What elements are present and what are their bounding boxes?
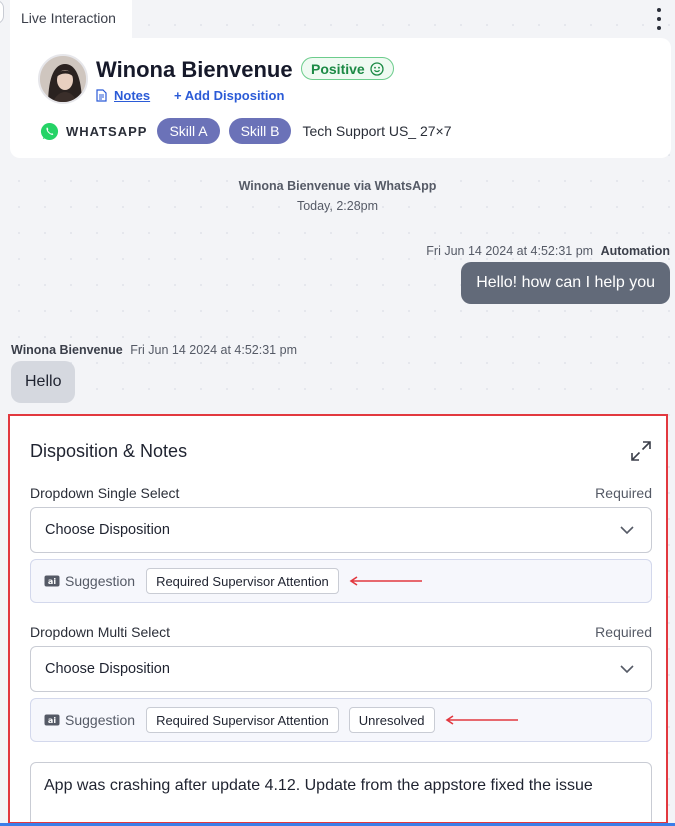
notes-link[interactable]: Notes	[96, 88, 150, 103]
smile-icon	[370, 61, 384, 76]
single-select-label: Dropdown Single Select	[30, 485, 180, 501]
ai-icon: ai	[44, 714, 60, 726]
channel-name: WHATSAPP	[66, 123, 148, 139]
document-icon	[96, 89, 107, 102]
multi-select-required: Required	[595, 624, 652, 640]
notes-textarea[interactable]: App was crashing after update 4.12. Upda…	[30, 762, 652, 822]
suggestion-label-text: Suggestion	[65, 573, 136, 589]
more-options-icon[interactable]	[653, 8, 665, 30]
live-interaction-tab[interactable]: Live Interaction	[10, 0, 132, 38]
tab-title: Live Interaction	[21, 10, 116, 26]
avatar	[38, 54, 88, 104]
notes-link-label: Notes	[114, 88, 151, 103]
system-message-time: Today, 2:28pm	[296, 199, 379, 213]
queue-name: Tech Support US_ 27×7	[302, 123, 452, 139]
add-disposition-label: + Add Disposition	[174, 88, 285, 103]
svg-text:ai: ai	[48, 577, 56, 586]
system-message-source: Winona Bienvenue via WhatsApp	[238, 179, 437, 193]
suggestion-label-text: Suggestion	[65, 712, 136, 728]
outgoing-message-text: Hello! how can I help you	[476, 274, 655, 291]
ai-icon: ai	[44, 575, 60, 587]
arrow-left-icon	[445, 715, 518, 725]
incoming-message-text: Hello	[25, 373, 62, 390]
notes-text: App was crashing after update 4.12. Upda…	[44, 777, 593, 794]
skill-badge: Skill B	[228, 118, 292, 144]
panel-edge-handle[interactable]	[0, 0, 4, 24]
outgoing-message-meta: Fri Jun 14 2024 at 4:52:31 pm Automation	[426, 244, 670, 258]
expand-icon[interactable]	[630, 440, 652, 462]
disposition-title: Disposition & Notes	[30, 441, 188, 461]
chevron-down-icon	[620, 526, 634, 535]
chevron-down-icon	[620, 665, 634, 674]
suggestion-chip[interactable]: Required Supervisor Attention	[146, 707, 339, 733]
add-disposition-link[interactable]: + Add Disposition	[174, 88, 284, 103]
suggestion-label: ai Suggestion	[44, 573, 135, 589]
incoming-message-bubble: Hello	[11, 361, 76, 403]
live-interaction-page: Live Interaction Winona Bienvenue Positi…	[0, 0, 675, 826]
single-select-placeholder: Choose Disposition	[45, 522, 170, 538]
disposition-panel: Disposition & Notes Dropdown Single Sele…	[8, 414, 668, 824]
multi-select-placeholder: Choose Disposition	[45, 661, 170, 677]
sentiment-badge: Positive	[301, 57, 394, 80]
svg-text:ai: ai	[48, 716, 56, 725]
suggestion-chip[interactable]: Unresolved	[348, 707, 435, 733]
outgoing-sender: Automation	[600, 244, 670, 258]
system-message: Winona Bienvenue via WhatsApp Today, 2:2…	[0, 179, 675, 213]
incoming-message-meta: Winona Bienvenue Fri Jun 14 2024 at 4:52…	[11, 343, 297, 357]
outgoing-timestamp: Fri Jun 14 2024 at 4:52:31 pm	[426, 244, 594, 258]
incoming-sender: Winona Bienvenue	[11, 343, 123, 357]
contact-card: Winona Bienvenue Positive Notes + Add Di…	[10, 38, 671, 158]
skill-badge: Skill A	[157, 118, 220, 144]
single-select-dropdown[interactable]: Choose Disposition	[30, 507, 652, 553]
multi-select-suggestions: ai Suggestion Required Supervisor Attent…	[30, 698, 652, 742]
multi-select-dropdown[interactable]: Choose Disposition	[30, 646, 652, 692]
arrow-left-icon	[349, 576, 422, 586]
multi-select-label: Dropdown Multi Select	[30, 624, 171, 640]
single-select-required: Required	[595, 485, 652, 501]
outgoing-message-bubble: Hello! how can I help you	[461, 262, 670, 304]
suggestion-label: ai Suggestion	[44, 712, 135, 728]
sentiment-label: Positive	[311, 60, 365, 77]
incoming-timestamp: Fri Jun 14 2024 at 4:52:31 pm	[130, 343, 297, 357]
channel-row: WHATSAPP Skill A Skill B Tech Support US…	[40, 118, 452, 144]
single-select-suggestions: ai Suggestion Required Supervisor Attent…	[30, 559, 652, 603]
whatsapp-icon	[40, 122, 59, 140]
contact-name: Winona Bienvenue	[96, 57, 293, 82]
suggestion-chip[interactable]: Required Supervisor Attention	[146, 568, 339, 594]
